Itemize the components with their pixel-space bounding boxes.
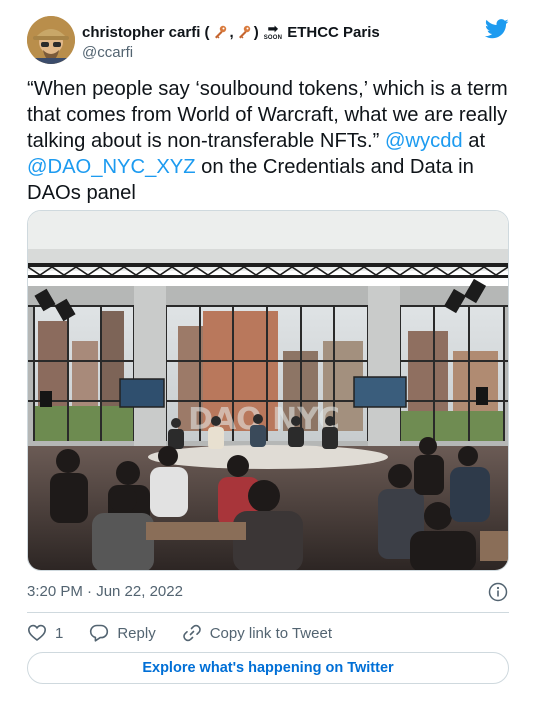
display-name[interactable]: christopher carfi ( , ) ➡ SOON ETHCC Par…: [82, 21, 380, 41]
copy-link-button[interactable]: Copy link to Tweet: [182, 623, 332, 643]
tweet-header: christopher carfi ( , ) ➡ SOON ETHCC Par…: [27, 16, 515, 66]
tweet-connector: at: [462, 130, 486, 152]
info-icon[interactable]: [488, 582, 508, 602]
explore-label: Explore what's happening on Twitter: [142, 660, 394, 676]
tweet-actions: 1 Reply Copy link to Tweet: [27, 620, 358, 646]
author-handle[interactable]: @ccarfi: [82, 44, 133, 61]
divider: [27, 612, 509, 613]
mention-link-dao-nyc[interactable]: @DAO_NYC_XYZ: [27, 156, 196, 178]
like-button[interactable]: 1: [27, 623, 63, 643]
reply-label: Reply: [117, 624, 156, 642]
mention-link-wycdd[interactable]: @wycdd: [385, 130, 463, 152]
like-count: 1: [55, 624, 64, 642]
reply-icon: [90, 624, 109, 642]
soon-label: SOON: [263, 35, 283, 41]
twitter-bird-icon[interactable]: [485, 19, 509, 39]
avatar[interactable]: [27, 16, 75, 64]
heart-icon: [27, 624, 47, 642]
soon-arrow-icon: ➡ SOON: [263, 21, 283, 41]
key-icon: [214, 25, 226, 39]
key-icon: [238, 25, 250, 39]
name-separator: ,: [229, 23, 234, 41]
reply-button[interactable]: Reply: [89, 623, 156, 643]
copy-link-label: Copy link to Tweet: [209, 624, 332, 642]
link-icon: [182, 624, 201, 642]
tweet-photo[interactable]: DAO NYC: [27, 210, 509, 571]
display-name-text: christopher carfi (: [82, 23, 210, 41]
event-label: ETHCC Paris: [287, 23, 380, 41]
tweet-timestamp[interactable]: 3:20 PM · Jun 22, 2022: [27, 583, 183, 600]
name-close-paren: ): [253, 23, 259, 41]
explore-twitter-button[interactable]: Explore what's happening on Twitter: [27, 652, 509, 684]
tweet-text: “When people say ‘soulbound tokens,’ whi…: [27, 76, 513, 206]
